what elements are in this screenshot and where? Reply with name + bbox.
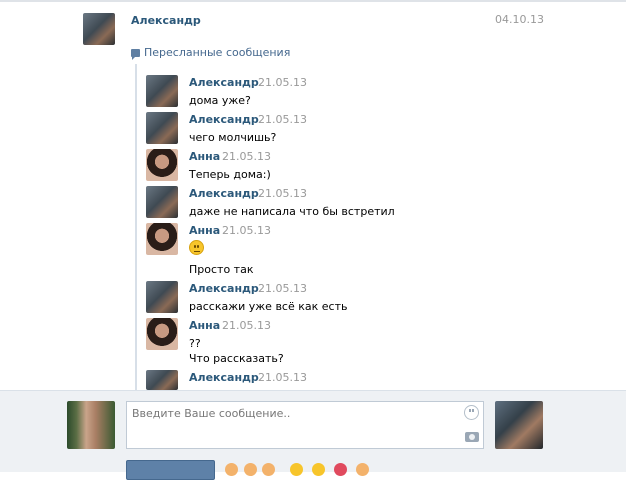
hand-emoji-icon[interactable] — [356, 463, 369, 476]
avatar[interactable] — [146, 370, 178, 390]
message-time: 21.05.13 — [258, 187, 307, 200]
top-divider — [0, 0, 626, 2]
message-text-line2: Что рассказать? — [189, 352, 284, 365]
smile-emoji-icon[interactable] — [312, 463, 325, 476]
camera-icon[interactable] — [465, 432, 479, 442]
message-author[interactable]: Александр — [189, 282, 259, 295]
forward-icon — [131, 49, 140, 60]
sender-name[interactable]: Александр — [131, 14, 201, 27]
message-time: 21.05.13 — [222, 319, 271, 332]
hand-emoji-icon[interactable] — [262, 463, 275, 476]
hand-emoji-icon[interactable] — [225, 463, 238, 476]
message-text: дома уже? — [189, 94, 251, 107]
kiss-emoji-icon[interactable] — [334, 463, 347, 476]
message-text: Теперь дома:) — [189, 168, 271, 181]
recipient-avatar[interactable] — [495, 401, 543, 449]
avatar[interactable] — [146, 112, 178, 144]
smile-emoji-icon[interactable] — [290, 463, 303, 476]
sender-avatar[interactable] — [83, 13, 115, 45]
message-author[interactable]: Анна — [189, 150, 220, 163]
message-text: чего молчишь? — [189, 131, 277, 144]
message-input-placeholder: Введите Ваше сообщение.. — [132, 407, 291, 420]
avatar[interactable] — [146, 75, 178, 107]
message-author[interactable]: Александр — [189, 76, 259, 89]
message-author[interactable]: Александр — [189, 371, 259, 384]
avatar[interactable] — [146, 281, 178, 313]
avatar[interactable] — [146, 223, 178, 255]
message-time: 21.05.13 — [258, 371, 307, 384]
avatar[interactable] — [146, 318, 178, 350]
message-time: 21.05.13 — [222, 224, 271, 237]
message-time: 21.05.13 — [258, 76, 307, 89]
message-author[interactable]: Анна — [189, 319, 220, 332]
message-date: 04.10.13 — [495, 13, 544, 26]
smile-icon[interactable] — [464, 405, 479, 420]
forwarded-label-text: Пересланные сообщения — [144, 46, 291, 59]
message-author[interactable]: Александр — [189, 187, 259, 200]
my-avatar[interactable] — [67, 401, 115, 449]
send-button[interactable] — [126, 460, 215, 480]
message-author[interactable]: Анна — [189, 224, 220, 237]
message-time: 21.05.13 — [258, 282, 307, 295]
message-text: ?? — [189, 337, 201, 350]
hand-emoji-icon[interactable] — [244, 463, 257, 476]
message-text: даже не написала что бы встретил — [189, 205, 395, 218]
avatar[interactable] — [146, 149, 178, 181]
message-time: 21.05.13 — [258, 113, 307, 126]
message-text: Просто так — [189, 263, 254, 276]
neutral-face-emoji-icon — [189, 240, 204, 255]
message-text: расскажи уже всё как есть — [189, 300, 348, 313]
forwarded-messages-label: Пересланные сообщения — [131, 46, 291, 60]
message-input[interactable]: Введите Ваше сообщение.. — [126, 401, 484, 449]
avatar[interactable] — [146, 186, 178, 218]
message-author[interactable]: Александр — [189, 113, 259, 126]
forwarded-quote-line — [135, 64, 137, 390]
message-time: 21.05.13 — [222, 150, 271, 163]
